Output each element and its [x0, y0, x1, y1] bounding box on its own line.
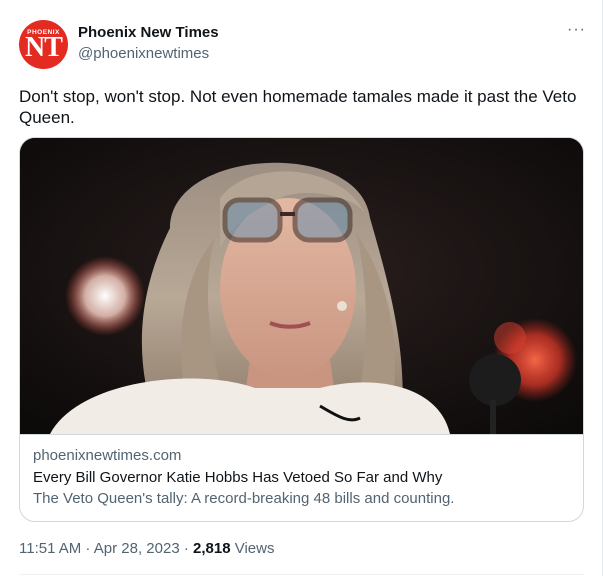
avatar[interactable]: PHOENIX NT: [19, 20, 68, 69]
portrait-photo: [20, 138, 583, 434]
tweet-time[interactable]: 11:51 AM: [19, 540, 81, 557]
link-card-image[interactable]: [20, 138, 583, 434]
more-horizontal-icon: ···: [567, 21, 586, 38]
views-label: Views: [230, 540, 275, 557]
meta-separator-2: ·: [179, 540, 194, 557]
meta-separator: ·: [81, 540, 94, 557]
tweet-card: PHOENIX NT Phoenix New Times @phoenixnew…: [0, 0, 603, 576]
link-title[interactable]: Every Bill Governor Katie Hobbs Has Veto…: [33, 469, 442, 486]
tweet-meta: 11:51 AM · Apr 28, 2023 · 2,818 Views: [19, 540, 275, 557]
link-description: The Veto Queen's tally: A record-breakin…: [33, 490, 455, 507]
user-handle[interactable]: @phoenixnewtimes: [78, 45, 209, 62]
tweet-date[interactable]: Apr 28, 2023: [94, 540, 180, 557]
link-domain: phoenixnewtimes.com: [33, 447, 182, 464]
link-card[interactable]: phoenixnewtimes.com Every Bill Governor …: [19, 137, 584, 522]
divider: [19, 574, 584, 575]
views-count: 2,818: [193, 540, 231, 557]
more-options-button[interactable]: ···: [567, 22, 586, 38]
tweet-text: Don't stop, won't stop. Not even homemad…: [19, 87, 577, 127]
avatar-big-text: NT: [25, 32, 63, 63]
link-card-text-area[interactable]: phoenixnewtimes.com Every Bill Governor …: [20, 434, 583, 521]
display-name[interactable]: Phoenix New Times: [78, 24, 219, 41]
